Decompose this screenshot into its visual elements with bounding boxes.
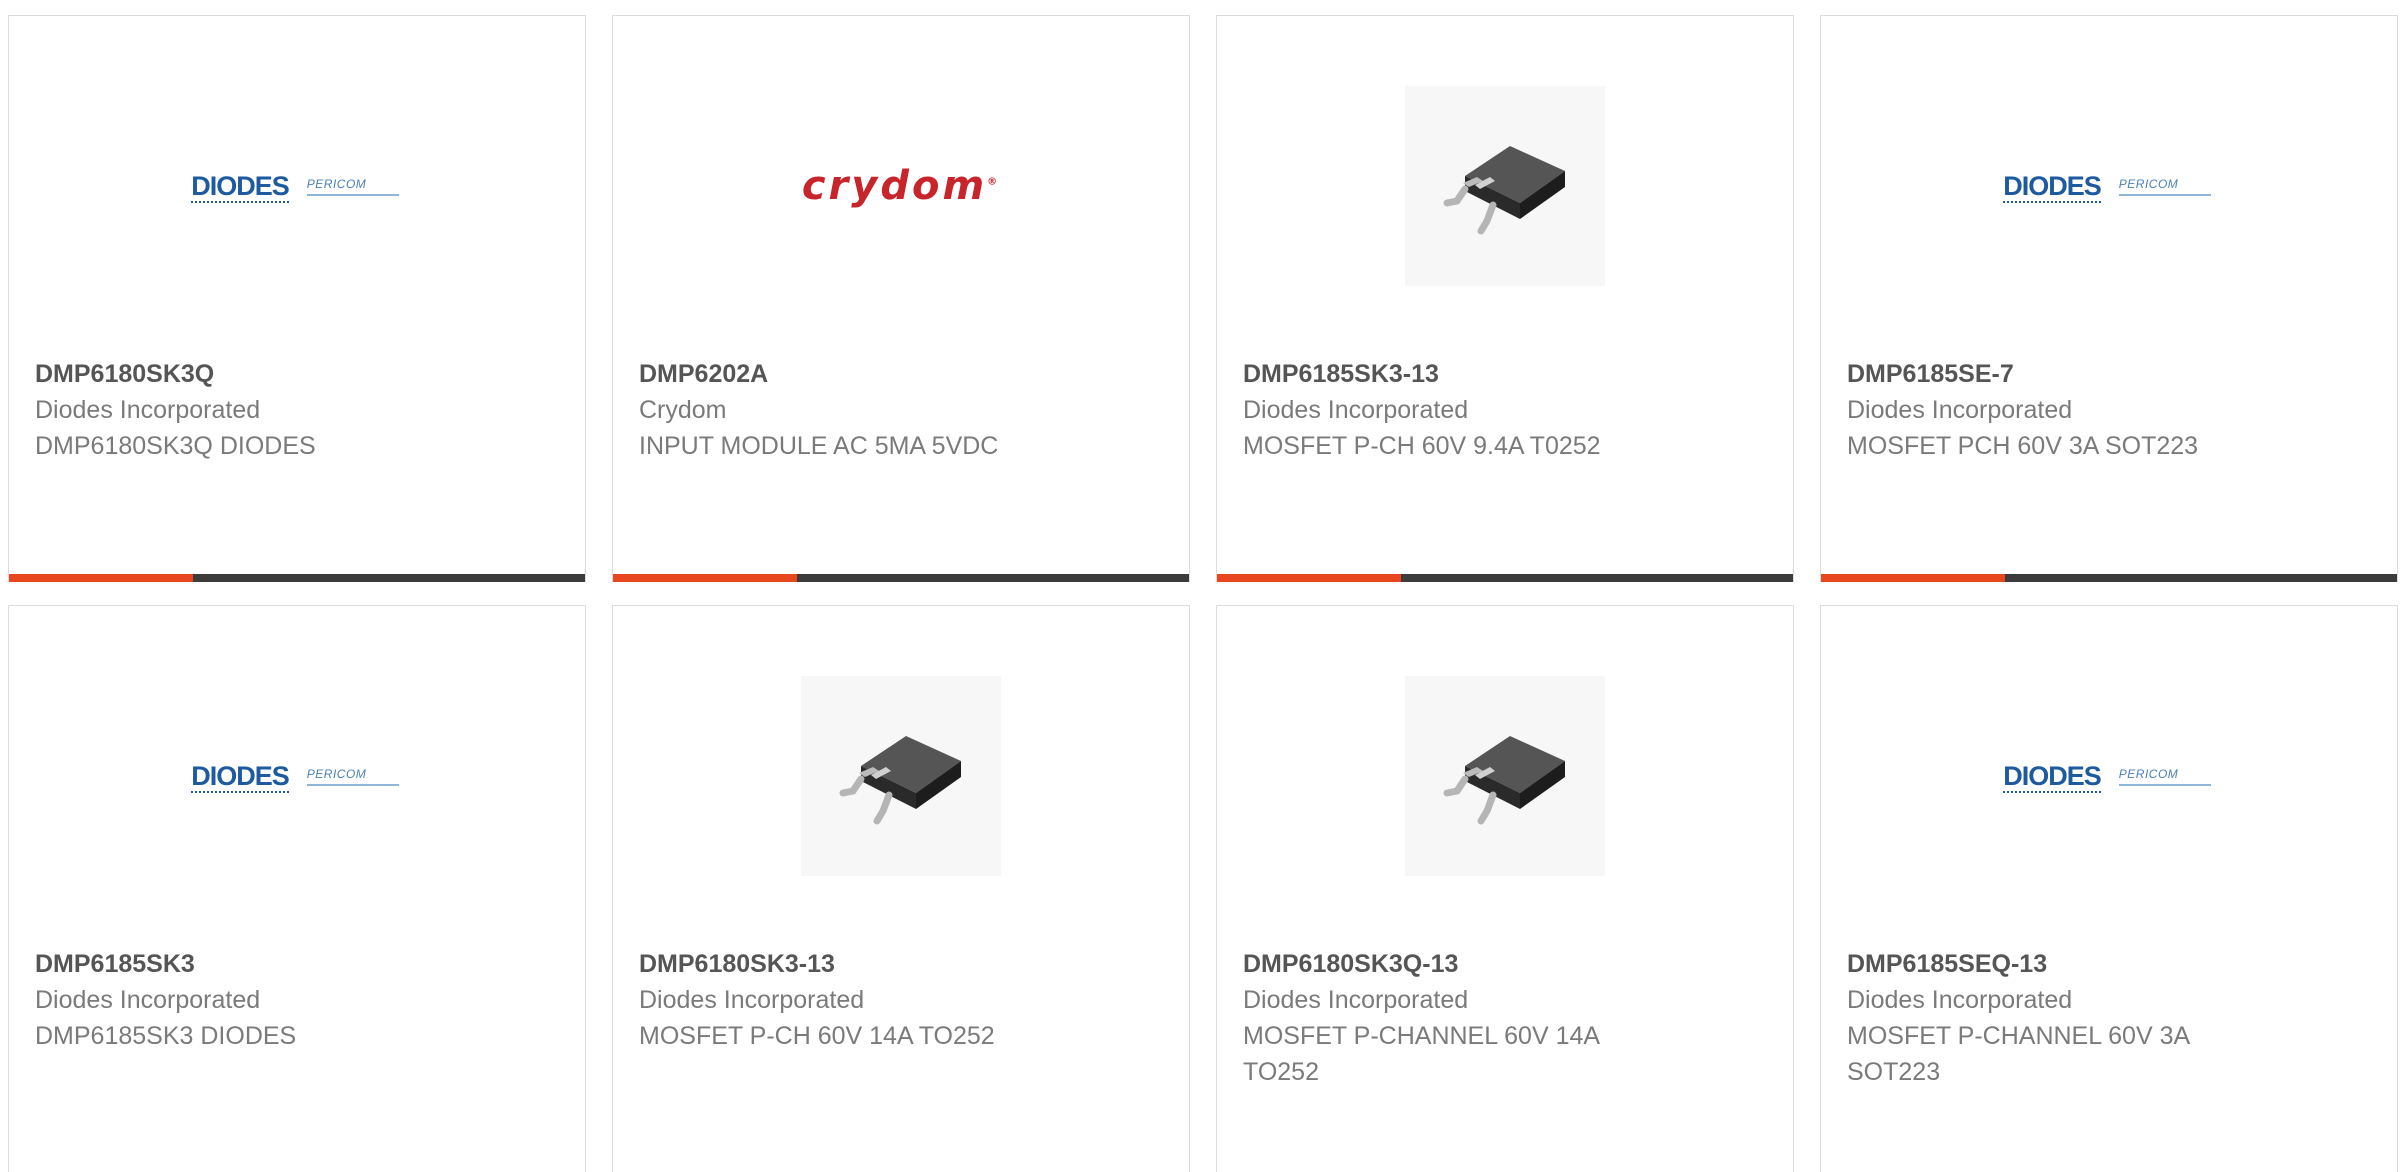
pericom-logo-text: PERICOM [2118, 176, 2179, 191]
part-number-link[interactable]: DMP6185SK3-13 [1243, 356, 1767, 392]
product-card[interactable]: DIODES PERICOM DMP6180SK3Q Diodes Incorp… [8, 15, 586, 582]
crydom-logo: crydom® [801, 163, 1001, 209]
product-description: DMP6180SK3Q DIODES [35, 432, 316, 460]
product-image[interactable]: DIODES PERICOM [9, 16, 585, 356]
card-progress-bar [1821, 574, 2397, 582]
card-progress-fill [9, 574, 194, 582]
manufacturer-name: Diodes Incorporated [1847, 986, 2073, 1014]
to252-chip-icon [1443, 146, 1565, 235]
diodes-pericom-logo: DIODES PERICOM [2003, 171, 2211, 203]
card-progress-fill [1821, 574, 2006, 582]
card-progress-bar [9, 574, 585, 582]
crydom-logo-text: crydom [801, 163, 988, 209]
product-card[interactable]: DIODES PERICOM DMP6185SEQ-13 Diodes Inco… [1820, 605, 2398, 1172]
manufacturer-name: Diodes Incorporated [1243, 396, 1469, 424]
product-description: DMP6185SK3 DIODES [35, 1022, 297, 1050]
diodes-pericom-logo: DIODES PERICOM [2003, 761, 2211, 793]
product-card[interactable]: DMP6180SK3Q-13 Diodes Incorporated MOSFE… [1216, 605, 1794, 1172]
part-number-link[interactable]: DMP6185SEQ-13 [1847, 946, 2371, 982]
card-progress-fill [613, 574, 798, 582]
part-number-link[interactable]: DMP6185SE-7 [1847, 356, 2371, 392]
product-description: MOSFET P-CH 60V 9.4A T0252 [1243, 432, 1601, 460]
product-description: MOSFET P-CHANNEL 60V 3A SOT223 [1847, 1022, 2189, 1086]
manufacturer-name: Diodes Incorporated [639, 986, 865, 1014]
manufacturer-name: Diodes Incorporated [35, 986, 261, 1014]
part-number-link[interactable]: DMP6180SK3-13 [639, 946, 1163, 982]
to252-chip-icon [1443, 736, 1565, 825]
part-number-link[interactable]: DMP6180SK3Q [35, 356, 559, 392]
diodes-pericom-logo: DIODES PERICOM [191, 761, 399, 793]
product-card[interactable]: DIODES PERICOM DMP6185SE-7 Diodes Incorp… [1820, 15, 2398, 582]
product-image[interactable]: DIODES PERICOM [9, 606, 585, 946]
product-card[interactable]: DIODES PERICOM DMP6185SK3 Diodes Incorpo… [8, 605, 586, 1172]
pericom-logo-text: PERICOM [306, 176, 367, 191]
manufacturer-name: Diodes Incorporated [1243, 986, 1469, 1014]
product-grid: DIODES PERICOM DMP6180SK3Q Diodes Incorp… [8, 15, 2400, 1172]
product-card[interactable]: DMP6180SK3-13 Diodes Incorporated MOSFET… [612, 605, 1190, 1172]
manufacturer-name: Diodes Incorporated [1847, 396, 2073, 424]
diodes-logo-text: DIODES [2003, 761, 2102, 793]
to252-chip-icon [1405, 86, 1605, 286]
card-progress-fill [1217, 574, 1402, 582]
product-image[interactable] [613, 606, 1189, 946]
to252-chip-icon [801, 676, 1001, 876]
to252-chip-icon [1405, 676, 1605, 876]
manufacturer-name: Diodes Incorporated [35, 396, 261, 424]
pericom-logo-text: PERICOM [306, 766, 367, 781]
product-description: INPUT MODULE AC 5MA 5VDC [639, 432, 999, 460]
part-number-link[interactable]: DMP6185SK3 [35, 946, 559, 982]
card-progress-bar [1217, 574, 1793, 582]
card-progress-bar [613, 574, 1189, 582]
part-number-link[interactable]: DMP6202A [639, 356, 1163, 392]
product-image[interactable]: DIODES PERICOM [1821, 16, 2397, 356]
product-image[interactable] [1217, 606, 1793, 946]
diodes-pericom-logo: DIODES PERICOM [191, 171, 399, 203]
product-card[interactable]: DMP6185SK3-13 Diodes Incorporated MOSFET… [1216, 15, 1794, 582]
product-image[interactable]: crydom® [613, 16, 1189, 356]
diodes-logo-text: DIODES [191, 171, 290, 203]
part-number-link[interactable]: DMP6180SK3Q-13 [1243, 946, 1767, 982]
to252-chip-icon [839, 736, 961, 825]
diodes-logo-text: DIODES [191, 761, 290, 793]
product-card[interactable]: crydom® DMP6202A Crydom INPUT MODULE AC … [612, 15, 1190, 582]
product-image[interactable]: DIODES PERICOM [1821, 606, 2397, 946]
diodes-logo-text: DIODES [2003, 171, 2102, 203]
product-description: MOSFET P-CHANNEL 60V 14A TO252 [1243, 1022, 1599, 1086]
product-description: MOSFET PCH 60V 3A SOT223 [1847, 432, 2199, 460]
product-description: MOSFET P-CH 60V 14A TO252 [639, 1022, 995, 1050]
product-image[interactable] [1217, 16, 1793, 356]
pericom-logo-text: PERICOM [2118, 766, 2179, 781]
manufacturer-name: Crydom [639, 396, 727, 424]
